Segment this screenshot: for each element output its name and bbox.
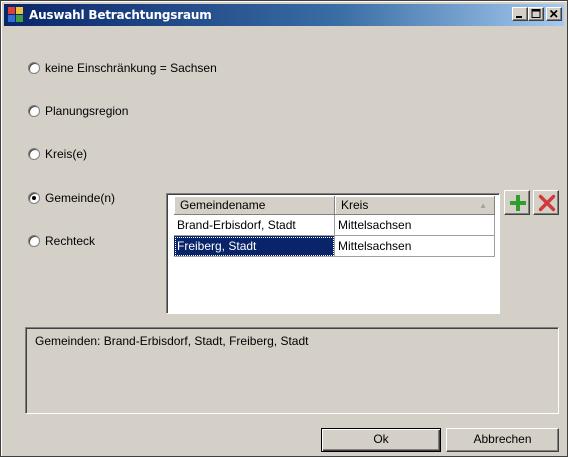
grid-header: Gemeindename Kreis ▲ <box>174 196 495 215</box>
window-title: Auswahl Betrachtungsraum <box>29 8 212 22</box>
option-label: Gemeinde(n) <box>45 191 116 205</box>
option-label: Planungsregion <box>45 104 129 118</box>
cell-kreis[interactable]: Mittelsachsen <box>335 215 495 236</box>
dialog-window: Auswahl Betrachtungsraum keine Einschrän… <box>0 0 568 457</box>
column-header-kreis[interactable]: Kreis ▲ <box>335 196 495 215</box>
gemeinden-grid[interactable]: Gemeindename Kreis ▲ Brand-Erbisdorf, St… <box>166 193 500 314</box>
remove-button[interactable] <box>533 190 559 215</box>
selection-summary-text: Gemeinden: Brand-Erbisdorf, Stadt, Freib… <box>35 334 309 348</box>
plus-icon <box>510 195 526 211</box>
title-bar[interactable]: Auswahl Betrachtungsraum <box>4 4 564 26</box>
option-label: Rechteck <box>45 234 96 248</box>
maximize-icon <box>531 9 541 18</box>
table-row-selected[interactable]: Freiberg, Stadt Mittelsachsen <box>174 236 495 257</box>
radio-button[interactable] <box>28 105 40 117</box>
selection-summary-box: Gemeinden: Brand-Erbisdorf, Stadt, Freib… <box>25 327 559 414</box>
close-button[interactable] <box>546 7 562 21</box>
app-grid-icon <box>8 7 24 23</box>
delete-x-icon <box>538 194 556 212</box>
cell-gemeindename[interactable]: Freiberg, Stadt <box>174 236 335 257</box>
option-label: Kreis(e) <box>45 147 88 161</box>
cancel-button[interactable]: Abbrechen <box>446 428 559 452</box>
minimize-icon <box>516 16 522 18</box>
sort-ascending-icon: ▲ <box>479 201 487 210</box>
option-label: keine Einschränkung = Sachsen <box>45 61 217 75</box>
minimize-button[interactable] <box>512 7 528 21</box>
column-header-gemeindename[interactable]: Gemeindename <box>174 196 335 215</box>
radio-button[interactable] <box>28 148 40 160</box>
add-button[interactable] <box>504 190 530 215</box>
ok-button[interactable]: Ok <box>321 428 441 452</box>
table-row[interactable]: Brand-Erbisdorf, Stadt Mittelsachsen <box>174 215 495 236</box>
radio-button[interactable] <box>28 62 40 74</box>
maximize-button[interactable] <box>528 7 544 21</box>
radio-button[interactable] <box>28 235 40 247</box>
radio-button-selected[interactable] <box>28 192 40 204</box>
close-icon <box>549 9 558 18</box>
cell-kreis[interactable]: Mittelsachsen <box>335 236 495 257</box>
cell-gemeindename[interactable]: Brand-Erbisdorf, Stadt <box>174 215 335 236</box>
